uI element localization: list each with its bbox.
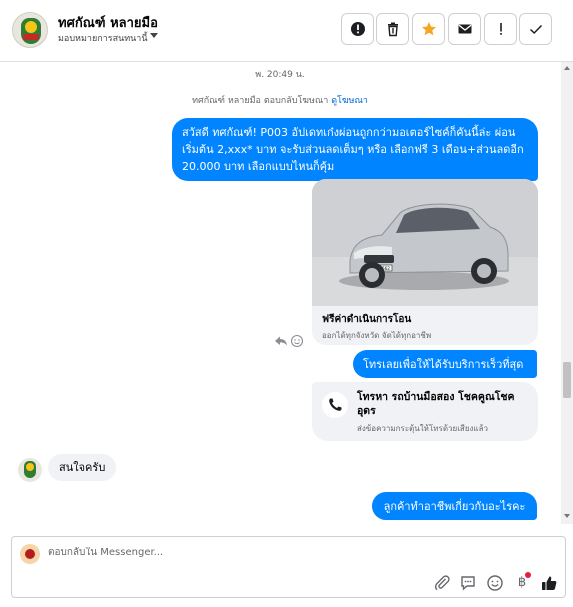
mark-spam-button[interactable] — [341, 13, 374, 45]
assign-conversation-label[interactable]: มอบหมายการสนทนานี้ — [58, 31, 148, 45]
car-image: 7กพ 4562 — [312, 179, 538, 306]
exclamation-circle-icon — [351, 22, 365, 36]
attachment-icon[interactable] — [433, 574, 451, 592]
car-photo-icon: 7กพ 4562 — [312, 179, 538, 306]
react-emoji-icon[interactable] — [290, 334, 304, 348]
star-button[interactable] — [412, 13, 445, 45]
reply-icon[interactable] — [275, 336, 287, 346]
mark-done-button[interactable] — [519, 13, 552, 45]
view-ad-link[interactable]: ดูโฆษณา — [331, 96, 368, 106]
call-now-button[interactable]: โทรเลยเพื่อให้ได้รับบริการเร็วที่สุด — [353, 350, 537, 378]
saved-reply-icon[interactable] — [459, 574, 477, 592]
scroll-down-arrow[interactable] — [564, 514, 570, 518]
contact-name[interactable]: ทศกัณฑ์ หลายมือ — [58, 12, 158, 33]
phone-icon — [322, 392, 348, 418]
message-thread[interactable]: พ. 20:49 น. ทศกัณฑ์ หลายมือ ตอบกลับโฆษณา… — [0, 62, 560, 524]
ad-reply-note: ทศกัณฑ์ หลายมือ ตอบกลับโฆษณา ดูโฆษณา — [0, 93, 560, 107]
outgoing-message-bubble: ลูกค้าทำอาชีพเกี่ยวกับอะไรคะ — [372, 492, 537, 520]
envelope-icon — [458, 24, 472, 34]
baht-symbol: ฿ — [517, 575, 527, 590]
call-card-title: โทรหา รถบ้านมือสอง โชคคูณโชคอุดร — [357, 391, 515, 417]
ad-message-bubble: สวัสดี ทศกัณฑ์! P003 อัปเดทเก๋งผ่อนถูกกว… — [172, 118, 538, 181]
reply-input[interactable] — [48, 547, 348, 558]
delete-button[interactable] — [376, 13, 409, 45]
call-card-subtitle: ส่งข้อความกระตุ้นให้โทรด้วยเสียงแล้ว — [357, 424, 488, 433]
scroll-thumb[interactable] — [563, 362, 571, 398]
contact-avatar[interactable] — [12, 12, 48, 48]
mark-unread-button[interactable] — [448, 13, 481, 45]
page-avatar — [20, 544, 40, 564]
ad-card[interactable]: 7กพ 4562 ฟรีค่าดำเนินการโอน ออกได้ทุกจัง… — [312, 179, 538, 345]
thumbs-up-icon[interactable] — [540, 574, 558, 592]
baht-icon[interactable]: ฿ — [513, 572, 531, 592]
scroll-up-arrow[interactable] — [564, 66, 570, 70]
incoming-message-bubble: สนใจครับ — [48, 454, 117, 481]
contact-avatar-small — [18, 458, 42, 482]
ad-reply-text: ทศกัณฑ์ หลายมือ ตอบกลับโฆษณา — [192, 96, 329, 106]
call-business-card[interactable]: โทรหา รถบ้านมือสอง โชคคูณโชคอุดร ส่งข้อค… — [312, 382, 538, 441]
ad-card-subtitle: ออกได้ทุกจังหวัด จัดได้ทุกอาชีพ — [322, 331, 432, 340]
check-icon — [529, 24, 543, 35]
ad-card-title: ฟรีค่าดำเนินการโอน — [322, 314, 412, 325]
trash-icon — [388, 22, 398, 37]
star-icon — [422, 22, 436, 36]
notification-dot — [525, 572, 531, 578]
conversation-header: ทศกัณฑ์ หลายมือ มอบหมายการสนทนานี้ — [0, 0, 573, 62]
message-timestamp: พ. 20:49 น. — [255, 70, 305, 80]
chat-scrollbar[interactable] — [561, 62, 573, 524]
follow-up-button[interactable] — [484, 13, 517, 45]
chevron-down-icon[interactable] — [150, 33, 158, 38]
message-actions — [274, 333, 304, 352]
exclamation-icon — [500, 23, 502, 35]
message-composer: ฿ — [11, 536, 566, 598]
emoji-icon[interactable] — [486, 574, 504, 592]
